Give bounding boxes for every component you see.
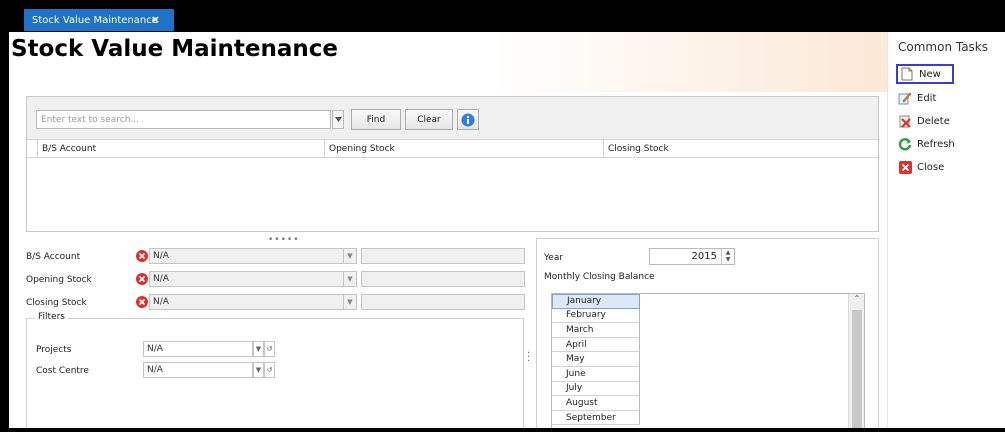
opening-stock-combo[interactable]: N/A ▼	[149, 271, 357, 287]
refresh-label: Refresh	[917, 138, 955, 150]
column-header-closing-stock[interactable]: Closing Stock	[603, 140, 879, 158]
bs-account-combo[interactable]: N/A ▼	[149, 248, 357, 264]
month-row[interactable]: September	[552, 410, 640, 426]
year-value: 2015	[691, 251, 717, 262]
cost-centre-combo[interactable]: N/A	[143, 362, 253, 378]
common-tasks-panel: Common Tasks New Edit Delete Refresh Clo…	[887, 32, 1005, 428]
projects-combo[interactable]: N/A	[143, 341, 253, 357]
find-button[interactable]: Find	[351, 109, 401, 130]
closing-stock-combo[interactable]: N/A ▼	[149, 294, 357, 310]
search-toolbar: Find Clear	[27, 97, 878, 140]
horizontal-splitter[interactable]: •••••	[268, 235, 300, 245]
search-panel: Find Clear B/S Account Opening Stock Clo…	[26, 96, 879, 232]
closing-balance-panel: Year 2015 ▲ ▼ Monthly Closing Balance Jan…	[536, 238, 879, 428]
info-button[interactable]	[457, 109, 479, 130]
close-icon	[898, 160, 912, 174]
column-header-bs-account[interactable]: B/S Account	[37, 140, 324, 158]
month-row[interactable]: June	[552, 366, 640, 382]
refresh-icon	[898, 137, 912, 151]
search-input[interactable]	[36, 110, 331, 129]
new-button[interactable]: New	[896, 64, 954, 84]
opening-stock-value: N/A	[153, 274, 169, 284]
delete-label: Delete	[917, 115, 950, 127]
main-area: Stock Value Maintenance Find Clear	[9, 32, 887, 428]
new-label: New	[919, 68, 941, 80]
chevron-down-icon[interactable]: ▼	[343, 272, 356, 286]
month-row[interactable]: March	[552, 323, 640, 338]
tab-stock-value-maintenance[interactable]: Stock Value Maintenance ×	[24, 9, 174, 31]
closing-stock-value: N/A	[153, 297, 169, 307]
month-row[interactable]: July	[552, 381, 640, 397]
closing-stock-label: Closing Stock	[26, 298, 87, 308]
filters-group: Filters Projects N/A ▼ ↺ Cost Centre N/A…	[26, 312, 524, 428]
error-icon	[136, 273, 148, 285]
bs-account-value: N/A	[153, 251, 169, 261]
error-icon	[136, 296, 148, 308]
cost-centre-label: Cost Centre	[36, 366, 89, 376]
tab-strip: Stock Value Maintenance ×	[9, 9, 1005, 32]
column-header-opening-stock[interactable]: Opening Stock	[324, 140, 603, 158]
vertical-splitter[interactable]: · · ·	[527, 349, 530, 367]
edit-label: Edit	[917, 92, 937, 104]
month-row[interactable]: January	[552, 294, 640, 309]
window: Stock Value Maintenance Find Clear	[9, 32, 1005, 428]
cost-centre-reset-icon[interactable]: ↺	[264, 362, 275, 378]
bs-account-label: B/S Account	[26, 252, 81, 262]
opening-stock-description	[361, 271, 525, 287]
month-row[interactable]: May	[552, 352, 640, 367]
info-icon	[461, 113, 475, 126]
projects-label: Projects	[36, 345, 72, 355]
tab-close-icon[interactable]: ×	[151, 13, 160, 26]
scrollbar-thumb[interactable]	[852, 310, 862, 428]
edit-button[interactable]: Edit	[896, 88, 954, 108]
chevron-down-icon[interactable]: ▼	[343, 249, 356, 263]
projects-dropdown-button[interactable]: ▼	[253, 341, 264, 357]
error-icon	[136, 250, 148, 262]
month-row[interactable]: August	[552, 396, 640, 411]
month-column: January February March April May June Ju…	[552, 294, 640, 426]
vertical-scrollbar[interactable]: ⌃	[848, 294, 864, 428]
cost-centre-dropdown-button[interactable]: ▼	[253, 362, 264, 378]
common-tasks-title: Common Tasks	[898, 40, 989, 54]
chevron-up-icon[interactable]: ⌃	[849, 294, 865, 308]
month-row[interactable]: April	[552, 337, 640, 353]
tab-label: Stock Value Maintenance	[32, 14, 158, 26]
delete-button[interactable]: Delete	[896, 111, 954, 131]
close-label: Close	[917, 161, 945, 173]
filters-legend: Filters	[35, 312, 68, 322]
refresh-button[interactable]: Refresh	[896, 134, 955, 154]
search-dropdown-button[interactable]	[332, 110, 344, 129]
delete-icon	[898, 114, 912, 128]
cost-centre-value: N/A	[147, 365, 163, 375]
opening-stock-label: Opening Stock	[26, 275, 92, 285]
edit-icon	[898, 91, 912, 105]
bs-account-description	[361, 248, 525, 264]
projects-value: N/A	[147, 344, 163, 354]
monthly-closing-balance-label: Monthly Closing Balance	[544, 272, 655, 282]
chevron-down-icon[interactable]: ▼	[343, 295, 356, 309]
page-title: Stock Value Maintenance	[11, 36, 338, 62]
chevron-down-icon	[334, 117, 342, 122]
year-label: Year	[544, 253, 564, 263]
projects-reset-icon[interactable]: ↺	[264, 341, 275, 357]
close-button[interactable]: Close	[896, 157, 954, 177]
month-row[interactable]: February	[552, 308, 640, 324]
grid-header: B/S Account Opening Stock Closing Stock	[27, 140, 878, 158]
monthly-balance-grid: January February March April May June Ju…	[551, 293, 865, 428]
year-spinner[interactable]: 2015 ▲ ▼	[649, 248, 735, 265]
new-document-icon	[900, 67, 914, 81]
clear-button[interactable]: Clear	[405, 109, 453, 130]
closing-stock-description	[361, 294, 525, 310]
spin-updown-icon[interactable]: ▲ ▼	[721, 249, 734, 264]
